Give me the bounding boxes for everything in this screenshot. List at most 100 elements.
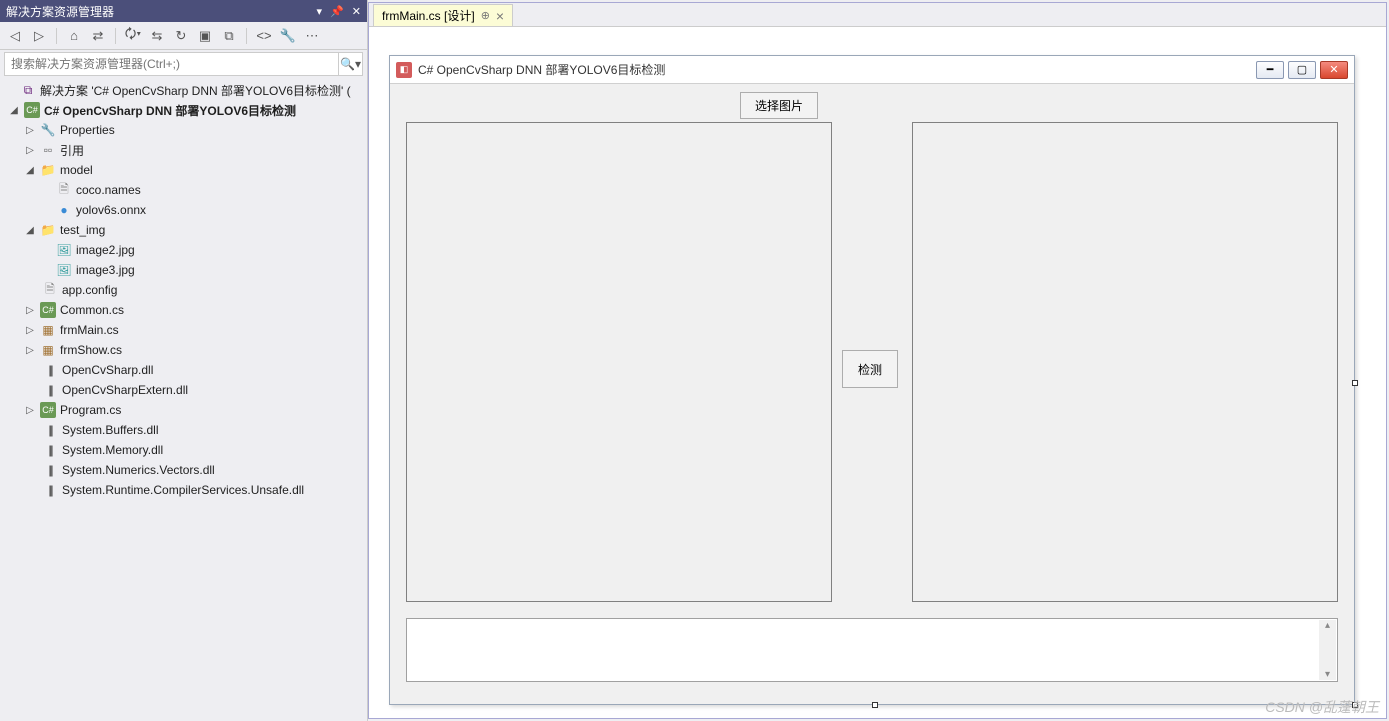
close-button[interactable]: ✕ bbox=[1320, 61, 1348, 79]
filter-icon[interactable]: ⇆ bbox=[148, 27, 166, 45]
scrollbar[interactable]: ▴▾ bbox=[1319, 620, 1336, 680]
file-icon: 🗎 bbox=[56, 182, 72, 198]
tree-file-opencvsharpextern[interactable]: ||| OpenCvSharpExtern.dll bbox=[0, 380, 367, 400]
dll-icon: ||| bbox=[42, 382, 58, 398]
expander-icon[interactable]: ◢ bbox=[8, 105, 20, 116]
tree-label: System.Runtime.CompilerServices.Unsafe.d… bbox=[62, 483, 304, 497]
tree-properties-node[interactable]: ▷ 🔧 Properties bbox=[0, 120, 367, 140]
window-titlebar[interactable]: ◧ C# OpenCvSharp DNN 部署YOLOV6目标检测 ━ ▢ ✕ bbox=[390, 56, 1354, 84]
tree-label: frmMain.cs bbox=[60, 323, 119, 337]
tree-file-image2[interactable]: 🖼 image2.jpg bbox=[0, 240, 367, 260]
cs-icon: C# bbox=[40, 402, 56, 418]
image-icon: 🖼 bbox=[56, 242, 72, 258]
more-icon[interactable]: ⋯ bbox=[303, 27, 321, 45]
tree-file-appconfig[interactable]: 🗎 app.config bbox=[0, 280, 367, 300]
references-icon: ▫▫ bbox=[40, 142, 56, 158]
back-icon[interactable]: ◁ bbox=[6, 27, 24, 45]
solution-tree[interactable]: ⧉ 解决方案 'C# OpenCvSharp DNN 部署YOLOV6目标检测'… bbox=[0, 78, 367, 721]
tree-file-sysnumerics[interactable]: ||| System.Numerics.Vectors.dll bbox=[0, 460, 367, 480]
tree-file-sysbuffers[interactable]: ||| System.Buffers.dll bbox=[0, 420, 367, 440]
resize-handle[interactable] bbox=[1352, 380, 1358, 386]
maximize-button[interactable]: ▢ bbox=[1288, 61, 1316, 79]
minimize-button[interactable]: ━ bbox=[1256, 61, 1284, 79]
expander-icon[interactable]: ▷ bbox=[24, 305, 36, 316]
winforms-window[interactable]: ◧ C# OpenCvSharp DNN 部署YOLOV6目标检测 ━ ▢ ✕ … bbox=[389, 55, 1355, 705]
home-icon[interactable]: ⌂ bbox=[65, 27, 83, 45]
collapse-icon[interactable]: ↻ bbox=[172, 27, 190, 45]
forward-icon[interactable]: ▷ bbox=[30, 27, 48, 45]
scroll-down-icon[interactable]: ▾ bbox=[1325, 669, 1330, 680]
tree-file-onnx[interactable]: ● yolov6s.onnx bbox=[0, 200, 367, 220]
tree-solution-node[interactable]: ⧉ 解决方案 'C# OpenCvSharp DNN 部署YOLOV6目标检测'… bbox=[0, 80, 367, 100]
close-icon[interactable]: × bbox=[496, 8, 504, 24]
folder-icon: 📁 bbox=[40, 162, 56, 178]
properties-icon[interactable]: 🔧 bbox=[279, 27, 297, 45]
expander-icon[interactable]: ▷ bbox=[24, 125, 36, 136]
wrench-icon: 🔧 bbox=[40, 122, 56, 138]
dll-icon: ||| bbox=[42, 442, 58, 458]
dropdown-icon[interactable]: ▾ bbox=[317, 5, 323, 18]
tree-file-sysmemory[interactable]: ||| System.Memory.dll bbox=[0, 440, 367, 460]
search-button[interactable]: 🔍▾ bbox=[338, 53, 362, 75]
select-image-button[interactable]: 选择图片 bbox=[740, 92, 818, 119]
tree-folder-testimg[interactable]: ◢ 📁 test_img bbox=[0, 220, 367, 240]
tree-file-sysruntime[interactable]: ||| System.Runtime.CompilerServices.Unsa… bbox=[0, 480, 367, 500]
search-box: 🔍▾ bbox=[4, 52, 363, 76]
document-tab-label: frmMain.cs [设计] bbox=[382, 7, 475, 24]
output-textbox[interactable]: ▴▾ bbox=[406, 618, 1338, 682]
expander-icon[interactable]: ◢ bbox=[24, 225, 36, 236]
tree-label: 引用 bbox=[60, 142, 84, 159]
tree-file-coconames[interactable]: 🗎 coco.names bbox=[0, 180, 367, 200]
tree-label: model bbox=[60, 163, 93, 177]
expander-icon[interactable]: ▷ bbox=[24, 145, 36, 156]
design-surface[interactable]: ◧ C# OpenCvSharp DNN 部署YOLOV6目标检测 ━ ▢ ✕ … bbox=[369, 27, 1386, 718]
onnx-icon: ● bbox=[56, 202, 72, 218]
scroll-up-icon[interactable]: ▴ bbox=[1325, 620, 1330, 631]
close-icon[interactable]: ✕ bbox=[352, 5, 361, 18]
tree-label: OpenCvSharp.dll bbox=[62, 363, 153, 377]
tree-label: 解决方案 'C# OpenCvSharp DNN 部署YOLOV6目标检测' ( bbox=[40, 82, 351, 99]
resize-handle[interactable] bbox=[872, 702, 878, 708]
tree-file-program[interactable]: ▷ C# Program.cs bbox=[0, 400, 367, 420]
tree-file-opencvsharp[interactable]: ||| OpenCvSharp.dll bbox=[0, 360, 367, 380]
window-title: C# OpenCvSharp DNN 部署YOLOV6目标检测 bbox=[418, 61, 1256, 78]
expander-icon[interactable]: ▷ bbox=[24, 325, 36, 336]
csproj-icon: C# bbox=[24, 102, 40, 118]
picturebox-right[interactable] bbox=[912, 122, 1338, 602]
separator bbox=[246, 28, 247, 44]
tree-label: System.Numerics.Vectors.dll bbox=[62, 463, 215, 477]
tree-file-frmshow[interactable]: ▷ ▦ frmShow.cs bbox=[0, 340, 367, 360]
tree-label: System.Memory.dll bbox=[62, 443, 163, 457]
tree-project-node[interactable]: ◢ C# C# OpenCvSharp DNN 部署YOLOV6目标检测 bbox=[0, 100, 367, 120]
expander-icon[interactable]: ▷ bbox=[24, 345, 36, 356]
tree-file-common[interactable]: ▷ C# Common.cs bbox=[0, 300, 367, 320]
tree-label: image2.jpg bbox=[76, 243, 135, 257]
tree-file-image3[interactable]: 🖼 image3.jpg bbox=[0, 260, 367, 280]
expander-icon[interactable]: ▷ bbox=[24, 405, 36, 416]
form-icon: ▦ bbox=[40, 322, 56, 338]
tree-references-node[interactable]: ▷ ▫▫ 引用 bbox=[0, 140, 367, 160]
detect-button[interactable]: 检测 bbox=[842, 350, 898, 388]
document-tab[interactable]: frmMain.cs [设计] ⊕ × bbox=[373, 4, 513, 26]
tree-label: image3.jpg bbox=[76, 263, 135, 277]
picturebox-left[interactable] bbox=[406, 122, 832, 602]
code-icon[interactable]: <> bbox=[255, 27, 273, 45]
document-area: frmMain.cs [设计] ⊕ × ◧ C# OpenCvSharp DNN… bbox=[368, 2, 1387, 719]
folder-icon: 📁 bbox=[40, 222, 56, 238]
copy-icon[interactable]: ⧉ bbox=[220, 27, 238, 45]
separator bbox=[56, 28, 57, 44]
expander-icon[interactable]: ◢ bbox=[24, 165, 36, 176]
tree-file-frmmain[interactable]: ▷ ▦ frmMain.cs bbox=[0, 320, 367, 340]
show-all-icon[interactable]: ▣ bbox=[196, 27, 214, 45]
refresh-icon[interactable]: 🗘▾ bbox=[124, 27, 142, 45]
tree-folder-model[interactable]: ◢ 📁 model bbox=[0, 160, 367, 180]
pin-icon[interactable]: ⊕ bbox=[481, 9, 490, 22]
window-body: 选择图片 检测 ▴▾ bbox=[390, 84, 1354, 704]
cs-icon: C# bbox=[40, 302, 56, 318]
pin-icon[interactable]: 📌 bbox=[330, 5, 344, 18]
solution-explorer-header: 解决方案资源管理器 ▾ 📌 ✕ bbox=[0, 0, 367, 22]
tree-label: coco.names bbox=[76, 183, 141, 197]
app-icon: ◧ bbox=[396, 62, 412, 78]
sync-icon[interactable]: ⇄ bbox=[89, 27, 107, 45]
search-input[interactable] bbox=[5, 53, 338, 75]
